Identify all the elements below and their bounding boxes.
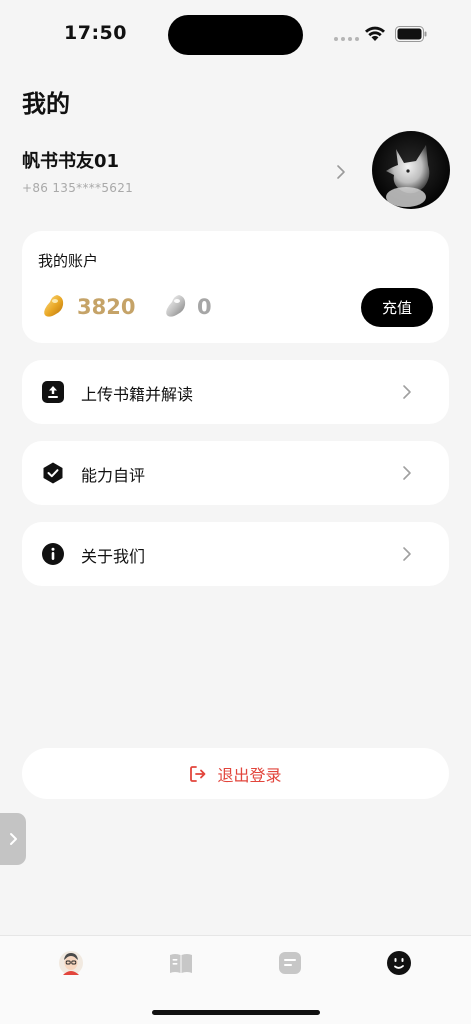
account-title: 我的账户: [38, 252, 99, 270]
chevron-right-icon: [403, 385, 411, 399]
info-icon: [42, 543, 64, 565]
menu-item-about-us[interactable]: 关于我们: [22, 522, 449, 586]
fox-avatar-icon: [386, 145, 430, 207]
book-tab-icon[interactable]: [168, 950, 194, 976]
home-indicator: [152, 1010, 320, 1015]
recharge-button[interactable]: 充值: [361, 288, 433, 327]
menu-item-label: 能力自评: [81, 466, 146, 485]
cellular-signal-icon: [334, 37, 359, 41]
account-card: 我的账户 3820 0 充值: [22, 231, 449, 343]
menu-item-label: 上传书籍并解读: [81, 385, 194, 404]
battery-icon: [395, 26, 427, 42]
chevron-right-icon: [9, 833, 17, 845]
notes-tab-icon[interactable]: [277, 950, 303, 976]
gold-bean-count: 3820: [77, 295, 136, 319]
wifi-icon: [365, 26, 385, 41]
gold-bean-icon: [44, 295, 64, 317]
side-drawer-handle[interactable]: [0, 813, 26, 865]
avatar-tab-icon[interactable]: [58, 950, 84, 976]
status-time: 17:50: [64, 22, 127, 44]
logout-button[interactable]: 退出登录: [22, 748, 449, 799]
status-bar: 17:50: [0, 0, 471, 70]
profile-row[interactable]: 帆书书友01 +86 135****5621: [22, 130, 450, 212]
upload-icon: [42, 381, 64, 403]
chevron-right-icon: [403, 547, 411, 561]
avatar[interactable]: [372, 131, 450, 209]
logout-label: 退出登录: [217, 765, 282, 785]
hexagon-check-icon: [43, 462, 63, 484]
nickname: 帆书书友01: [22, 151, 120, 172]
smile-tab-icon[interactable]: [386, 950, 412, 976]
chevron-right-icon: [337, 165, 345, 179]
dynamic-island: [168, 15, 303, 55]
phone-number: +86 135****5621: [22, 181, 134, 195]
menu-item-label: 关于我们: [81, 547, 146, 566]
menu-item-upload-book[interactable]: 上传书籍并解读: [22, 360, 449, 424]
menu-item-self-assessment[interactable]: 能力自评: [22, 441, 449, 505]
silver-bean-count: 0: [197, 295, 212, 319]
chevron-right-icon: [403, 466, 411, 480]
silver-bean-icon: [166, 295, 186, 317]
page-title: 我的: [22, 90, 70, 118]
logout-icon: [190, 765, 206, 782]
